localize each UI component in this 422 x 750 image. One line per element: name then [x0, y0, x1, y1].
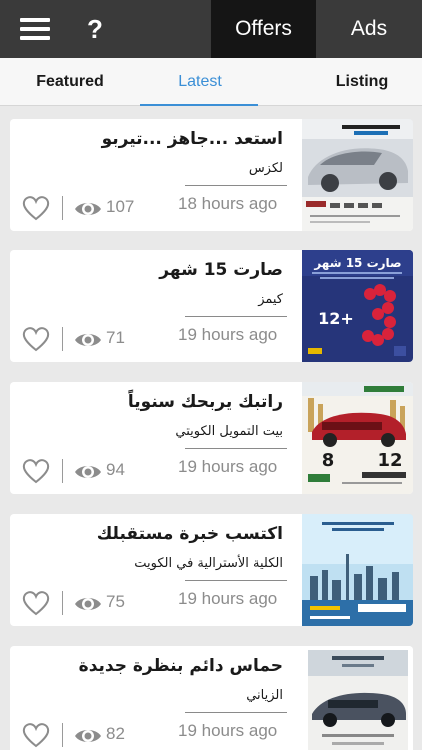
posted-time: 19 hours ago [178, 325, 278, 344]
posted-time: 19 hours ago [178, 457, 278, 476]
hamburger-menu-icon[interactable] [20, 17, 50, 41]
view-count: 82 [106, 724, 125, 743]
view-count: 107 [106, 197, 135, 216]
heart-icon[interactable] [22, 458, 50, 484]
divider [185, 185, 287, 186]
offer-advertiser: بيت التمويل الكويتي [175, 424, 283, 439]
thumbnail-headline: صارت 15 شهر [313, 256, 401, 270]
eye-icon [75, 730, 101, 742]
offer-title: اكتسب خبرة مستقبلك [96, 524, 283, 544]
offer-advertiser: الزياني [246, 688, 283, 703]
separator [62, 327, 63, 351]
offer-card[interactable]: استعد ...جاهز ...تيربو لكزس 107 18 hours… [10, 119, 413, 231]
offer-card[interactable]: راتبك يربحك سنوياً بيت التمويل الكويتي 9… [10, 382, 413, 494]
posted-time: 19 hours ago [178, 721, 278, 740]
subtab-latest[interactable]: Latest [140, 58, 260, 105]
help-icon[interactable]: ? [84, 12, 106, 46]
offer-title: استعد ...جاهز ...تيربو [101, 129, 283, 149]
offer-card[interactable]: اكتسب خبرة مستقبلك الكلية الأسترالية في … [10, 514, 413, 626]
heart-icon[interactable] [22, 195, 50, 221]
posted-time: 19 hours ago [178, 589, 278, 608]
active-tab-indicator [140, 104, 258, 106]
heart-icon[interactable] [22, 326, 50, 352]
offer-title: صارت 15 شهر [159, 260, 283, 280]
offer-thumbnail[interactable] [302, 514, 413, 626]
separator [62, 459, 63, 483]
separator [62, 196, 63, 220]
divider [185, 316, 287, 317]
view-count: 75 [106, 592, 125, 611]
svg-text:8: 8 [322, 450, 335, 471]
tab-offers[interactable]: Offers [211, 0, 316, 58]
view-count: 94 [106, 460, 125, 479]
thumbnail-badge: 12+ [318, 309, 354, 328]
offer-thumbnail[interactable] [302, 119, 413, 231]
view-count: 71 [106, 328, 125, 347]
offer-advertiser: كيمز [258, 292, 283, 307]
offer-title: راتبك يربحك سنوياً [127, 392, 283, 412]
divider [185, 580, 287, 581]
sub-tab-bar: Featured Latest Listing [0, 58, 422, 106]
posted-time: 18 hours ago [178, 194, 278, 213]
offer-title: حماس دائم بنظرة جديدة [78, 656, 283, 676]
offer-thumbnail[interactable]: 8 12 [302, 382, 413, 494]
offer-advertiser: لكزس [248, 161, 283, 176]
separator [62, 723, 63, 747]
heart-icon[interactable] [22, 722, 50, 748]
top-bar: ? Offers Ads [0, 0, 422, 58]
heart-icon[interactable] [22, 590, 50, 616]
eye-icon [75, 334, 101, 346]
svg-text:12: 12 [377, 450, 402, 471]
eye-icon [75, 203, 101, 215]
divider [185, 448, 287, 449]
offer-card[interactable]: حماس دائم بنظرة جديدة الزياني 82 19 hour… [10, 646, 413, 750]
offer-card[interactable]: صارت 15 شهر كيمز 71 19 hours ago صارت 15… [10, 250, 413, 362]
subtab-featured[interactable]: Featured [0, 58, 140, 105]
offer-advertiser: الكلية الأسترالية في الكويت [134, 556, 283, 571]
separator [62, 591, 63, 615]
eye-icon [75, 598, 101, 610]
eye-icon [75, 466, 101, 478]
subtab-listing[interactable]: Listing [302, 58, 422, 105]
offer-thumbnail[interactable] [302, 646, 413, 750]
divider [185, 712, 287, 713]
tab-ads[interactable]: Ads [316, 0, 422, 58]
offer-thumbnail[interactable]: صارت 15 شهر 12+ [302, 250, 413, 362]
